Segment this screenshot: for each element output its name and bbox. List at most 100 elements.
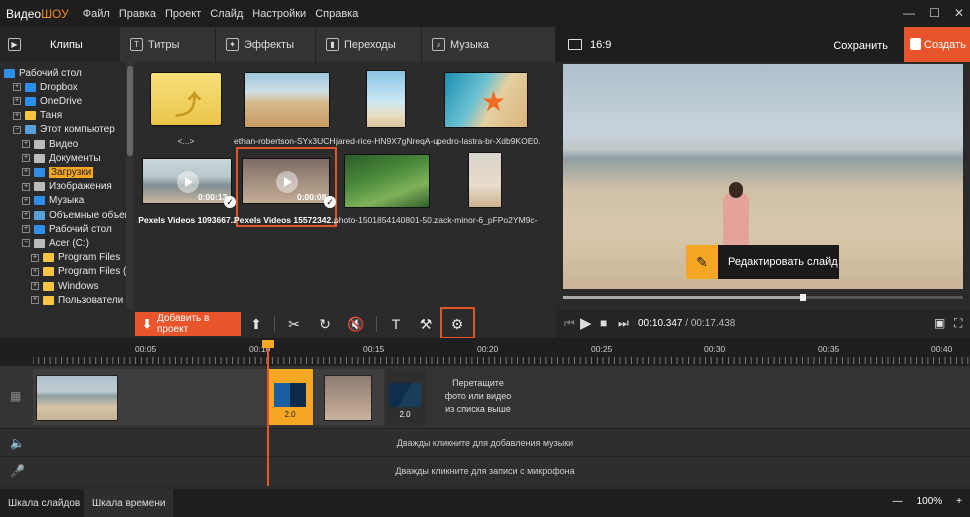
tree-item[interactable]: Рабочий стол — [4, 66, 82, 80]
slide-clip-2[interactable] — [314, 369, 384, 425]
menu-project[interactable]: Проект — [165, 8, 201, 20]
tree-item-label: Загрузки — [49, 166, 94, 178]
expand-icon[interactable]: + — [13, 111, 21, 120]
title-bar: ВидеоШОУ Файл Правка Проект Слайд Настро… — [0, 0, 970, 27]
minimize-icon[interactable]: — — [903, 6, 915, 20]
transition-1[interactable]: 2.0 — [268, 369, 313, 425]
folder-icon — [4, 68, 15, 78]
create-button[interactable]: Создать — [904, 27, 970, 62]
text-tool-icon[interactable]: T — [386, 314, 406, 334]
zoom-out-icon[interactable]: — — [893, 496, 903, 507]
preview-progress-bar[interactable] — [563, 294, 963, 301]
tree-item[interactable]: + Windows — [31, 279, 99, 293]
expand-icon[interactable]: + — [22, 168, 30, 177]
expand-icon[interactable]: + — [22, 211, 30, 219]
tree-item-label: Этот компьютер — [40, 124, 115, 136]
zoom-in-icon[interactable]: + — [956, 496, 962, 507]
expand-icon[interactable]: + — [22, 154, 30, 163]
mute-icon[interactable]: 🔇 — [346, 314, 366, 334]
expand-icon[interactable]: + — [31, 296, 39, 305]
maximize-icon[interactable]: ☐ — [929, 6, 940, 20]
tab-music[interactable]: ♪ Музыка — [422, 27, 556, 62]
stop-icon[interactable]: ■ — [600, 316, 607, 330]
microphone-track[interactable]: 🎤 Дважды кликните для записи с микрофона — [0, 456, 970, 486]
play-button-icon[interactable]: ▶ — [580, 314, 592, 332]
tree-item[interactable]: + Объемные объект — [22, 208, 134, 222]
previous-icon[interactable]: ⏮ — [564, 316, 575, 331]
tree-item[interactable]: + Загрузки — [22, 165, 94, 179]
tree-scrollbar[interactable] — [126, 62, 134, 310]
slide-clip-1[interactable] — [33, 369, 267, 425]
expand-icon[interactable]: + — [22, 225, 30, 234]
tab-effects[interactable]: ✦ Эффекты — [216, 27, 316, 62]
tree-item[interactable]: + OneDrive — [13, 94, 82, 108]
tab-slide-scale[interactable]: Шкала слайдов — [0, 489, 88, 517]
folder-icon — [25, 96, 36, 106]
menu-slide[interactable]: Слайд — [210, 8, 243, 20]
tree-item[interactable]: + Dropbox — [13, 80, 78, 94]
tree-item-label: Program Files (x — [58, 266, 132, 278]
folder-tree: Рабочий стол + Dropbox + OneDrive + Таня − Этот … — [0, 62, 134, 310]
collapse-icon[interactable]: − — [22, 239, 30, 248]
magic-wand-icon[interactable]: ⚒ — [416, 314, 436, 334]
expand-icon[interactable]: + — [31, 267, 39, 276]
preview-header: 16:9 Сохранить Создать — [556, 27, 970, 62]
zoom-level: 100% — [916, 496, 943, 507]
playhead-handle[interactable] — [262, 340, 274, 348]
arrow-down-icon: ⬇ — [142, 317, 153, 331]
add-to-project-button[interactable]: ⬇ Добавить в проект — [135, 312, 241, 336]
menu-edit[interactable]: Правка — [119, 8, 156, 20]
tab-time-scale[interactable]: Шкала времени — [84, 489, 174, 517]
tree-item[interactable]: + Program Files (x — [31, 265, 131, 279]
app-logo: ВидеоШОУ — [6, 6, 69, 21]
transition-2[interactable]: 2.0 — [385, 369, 425, 425]
playhead[interactable] — [267, 342, 269, 486]
tree-item[interactable]: + Program Files — [31, 251, 120, 265]
scissors-icon[interactable]: ✂ — [284, 314, 304, 334]
tree-item[interactable]: + Документы — [22, 151, 101, 165]
expand-icon[interactable]: + — [22, 140, 30, 148]
fullscreen-icon[interactable]: ⛶ — [954, 316, 962, 331]
tree-item[interactable]: + Изображения — [22, 180, 112, 194]
expand-icon[interactable]: + — [13, 97, 21, 106]
expand-icon[interactable]: + — [22, 182, 30, 191]
expand-icon[interactable]: + — [31, 253, 39, 262]
folder-icon — [34, 210, 45, 220]
tree-item-label: OneDrive — [40, 95, 83, 107]
tree-item[interactable]: + Музыка — [22, 194, 84, 208]
close-icon[interactable]: ✕ — [954, 6, 964, 20]
snapshot-icon[interactable]: ▣ — [934, 316, 945, 330]
menu-help[interactable]: Справка — [315, 8, 358, 20]
rotate-icon[interactable]: ↻ — [315, 314, 335, 334]
edit-slide-button[interactable]: ✎ Редактировать слайд — [686, 245, 839, 279]
tree-item[interactable]: − Этот компьютер — [13, 123, 115, 137]
menu-settings[interactable]: Настройки — [252, 8, 306, 20]
tree-item[interactable]: − Acer (C:) — [22, 236, 89, 250]
move-up-icon[interactable]: ⬆ — [246, 314, 266, 334]
tab-transitions[interactable]: ▮ Переходы — [316, 27, 422, 62]
tree-item-label: Рабочий стол — [49, 223, 112, 235]
expand-icon[interactable]: + — [13, 83, 21, 92]
folder-icon — [43, 281, 54, 291]
expand-icon[interactable]: + — [22, 196, 30, 205]
tree-item[interactable]: + Видео — [22, 137, 78, 151]
expand-icon[interactable]: + — [31, 282, 39, 290]
tree-item[interactable]: + Рабочий стол — [22, 222, 112, 236]
folder-icon — [34, 224, 45, 234]
tree-item[interactable]: + Пользователи — [31, 293, 123, 307]
tree-item[interactable]: + Таня — [13, 109, 62, 123]
progress-knob[interactable] — [800, 294, 806, 301]
save-button[interactable]: Сохранить — [833, 40, 888, 52]
tab-titles[interactable]: T Титры — [120, 27, 216, 62]
folder-icon — [34, 182, 45, 192]
tree-item-label: Документы — [49, 152, 101, 164]
tab-clips[interactable]: ▶ Клипы — [0, 27, 120, 62]
music-track[interactable]: 🔈 Дважды кликните для добавления музыки — [0, 428, 970, 456]
next-icon[interactable]: ⏭ — [618, 316, 629, 331]
folder-icon — [34, 167, 45, 177]
aspect-ratio[interactable]: 16:9 — [590, 39, 611, 51]
person-figure — [723, 192, 749, 246]
collapse-icon[interactable]: − — [13, 125, 21, 134]
menu-file[interactable]: Файл — [83, 8, 110, 20]
play-icon — [276, 171, 298, 193]
